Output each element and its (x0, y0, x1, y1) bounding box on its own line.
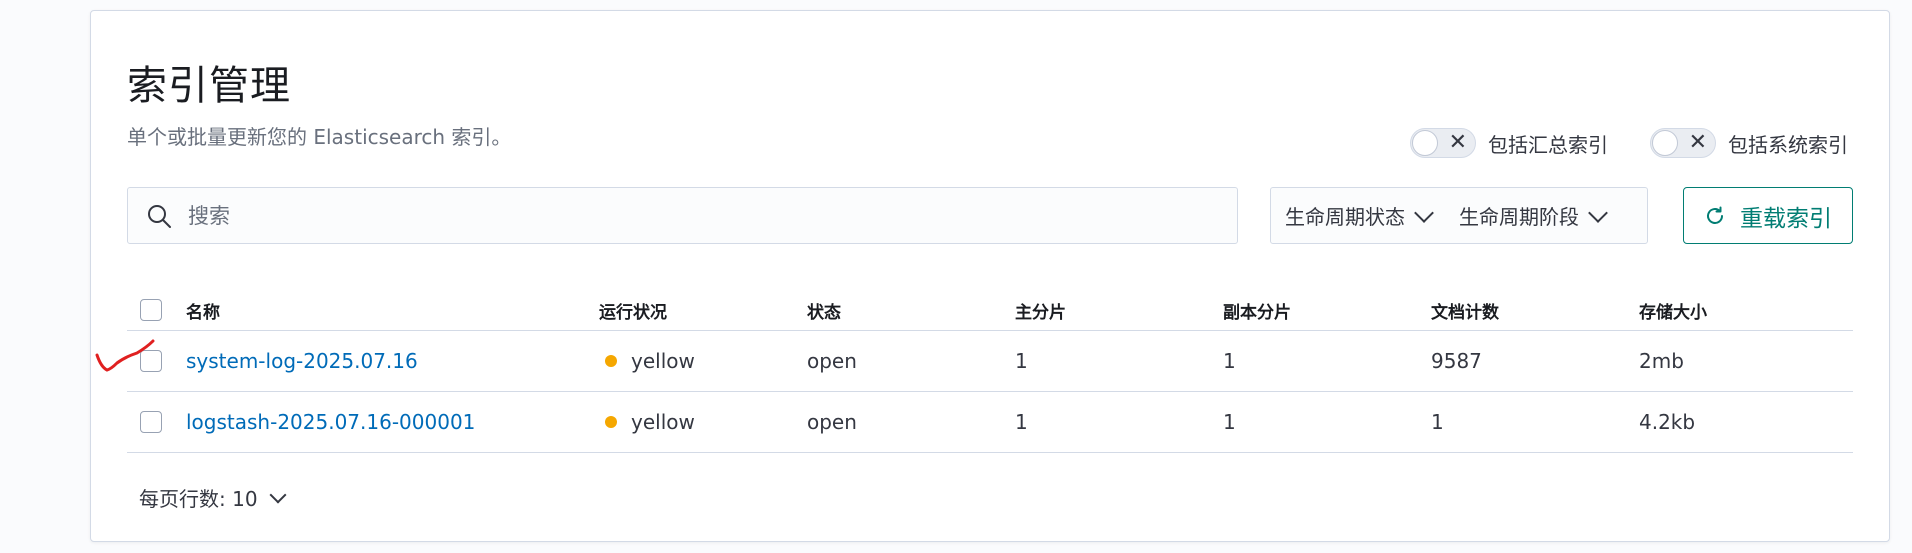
column-header-size[interactable]: 存储大小 (1639, 278, 1707, 336)
switch-knob (1652, 130, 1678, 156)
rollup-switch[interactable]: ✕ (1410, 128, 1476, 158)
close-icon: ✕ (1688, 130, 1707, 155)
chevron-down-icon (269, 486, 287, 503)
column-header-status[interactable]: 状态 (807, 278, 841, 336)
column-header-name[interactable]: 名称 (186, 278, 220, 336)
status-cell: open (807, 349, 857, 373)
page-subtitle: 单个或批量更新您的 Elasticsearch 索引。 (127, 125, 512, 149)
toggle-label: 包括汇总索引 (1488, 132, 1608, 157)
index-name-link[interactable]: system-log-2025.07.16 (186, 331, 418, 391)
chevron-down-icon (1588, 202, 1608, 223)
filter-label: 生命周期状态 (1285, 205, 1405, 229)
health-status-dot (605, 416, 617, 428)
search-icon (148, 204, 171, 228)
replica-cell: 1 (1223, 410, 1236, 434)
select-all-checkbox[interactable] (140, 299, 162, 321)
close-icon: ✕ (1448, 130, 1467, 155)
rows-per-page-label: 每页行数: 10 (139, 487, 258, 511)
table-row: logstash-2025.07.16-000001 yellow open 1… (127, 392, 1853, 453)
health-cell: yellow (605, 331, 695, 391)
filter-label: 生命周期阶段 (1459, 205, 1579, 229)
health-status-dot (605, 355, 617, 367)
primary-cell: 1 (1015, 349, 1028, 373)
index-name-link[interactable]: logstash-2025.07.16-000001 (186, 392, 475, 452)
column-header-health[interactable]: 运行状况 (599, 278, 667, 336)
switch-knob (1412, 130, 1438, 156)
health-text: yellow (631, 349, 695, 373)
lifecycle-status-filter[interactable]: 生命周期状态 (1271, 201, 1445, 230)
status-cell: open (807, 410, 857, 434)
toggle-rollup-indices[interactable]: ✕ 包括汇总索引 (1410, 128, 1608, 158)
indices-table: 名称 运行状况 状态 主分片 副本分片 文档计数 存储大小 system-log… (127, 278, 1853, 453)
system-switch[interactable]: ✕ (1650, 128, 1716, 158)
search-input[interactable] (186, 202, 1190, 229)
lifecycle-filters: 生命周期状态 生命周期阶段 (1270, 187, 1648, 244)
size-cell: 2mb (1639, 349, 1684, 373)
reload-indices-button[interactable]: 重载索引 (1683, 187, 1853, 244)
red-checkmark-annotation (95, 339, 155, 372)
table-row: system-log-2025.07.16 yellow open 1 1 95… (127, 331, 1853, 392)
health-text: yellow (631, 410, 695, 434)
replica-cell: 1 (1223, 349, 1236, 373)
reload-label: 重载索引 (1740, 205, 1832, 232)
toggle-label: 包括系统索引 (1728, 132, 1848, 157)
lifecycle-phase-filter[interactable]: 生命周期阶段 (1445, 201, 1619, 230)
docs-cell: 9587 (1431, 349, 1482, 373)
primary-cell: 1 (1015, 410, 1028, 434)
health-cell: yellow (605, 392, 695, 452)
size-cell: 4.2kb (1639, 410, 1696, 434)
search-box[interactable] (127, 187, 1238, 244)
rows-per-page-selector[interactable]: 每页行数: 10 (139, 483, 287, 512)
index-management-panel: 索引管理 单个或批量更新您的 Elasticsearch 索引。 ✕ 包括汇总索… (90, 10, 1890, 542)
column-header-docs[interactable]: 文档计数 (1431, 278, 1499, 336)
column-header-primary[interactable]: 主分片 (1015, 278, 1066, 336)
row-checkbox[interactable] (140, 411, 162, 433)
column-header-replica[interactable]: 副本分片 (1223, 278, 1291, 336)
chevron-down-icon (1414, 202, 1434, 223)
table-header-row: 名称 运行状况 状态 主分片 副本分片 文档计数 存储大小 (127, 278, 1853, 331)
page-title: 索引管理 (127, 63, 291, 109)
refresh-icon (1707, 206, 1723, 224)
toggle-system-indices[interactable]: ✕ 包括系统索引 (1650, 128, 1848, 158)
docs-cell: 1 (1431, 410, 1444, 434)
